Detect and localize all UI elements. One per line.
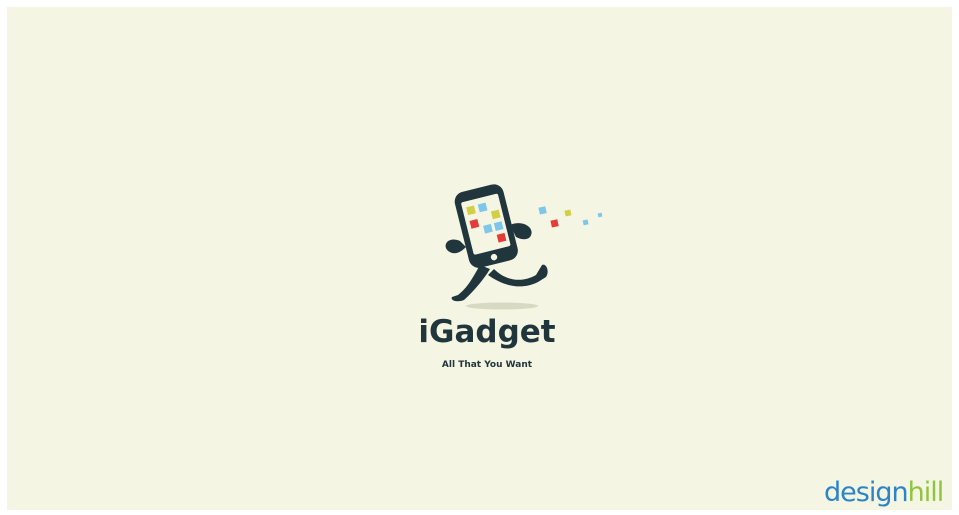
watermark-part-design: design: [824, 477, 909, 508]
designhill-watermark: designhill: [824, 477, 945, 508]
brand-wordmark: iGadget: [418, 314, 556, 350]
watermark-part-hill: hill: [907, 477, 945, 508]
flying-app-icons: [538, 206, 603, 228]
running-phone-icon: [445, 184, 603, 310]
phone-body: [454, 184, 518, 268]
ground-shadow: [466, 302, 538, 310]
brand-tagline: All That You Want: [441, 360, 533, 370]
legs: [451, 264, 548, 302]
logo-canvas: iGadget All That You Want designhill: [7, 7, 952, 510]
